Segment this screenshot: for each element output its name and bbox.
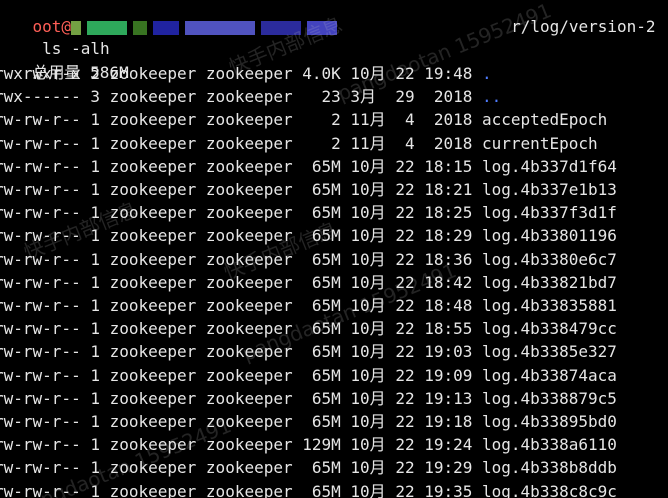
file-meta: rw-rw-r-- 1 zookeeper zookeeper 2 11月 4 … [0, 133, 483, 153]
file-name: log.4b338a6110 [482, 435, 617, 455]
file-name: log.4b3380e6c7 [482, 249, 617, 269]
redacted-block [185, 20, 256, 35]
file-meta: rw-rw-r-- 1 zookeeper zookeeper 65M 10月 … [0, 203, 483, 223]
file-name: log.4b337f3d1f [482, 203, 617, 223]
list-item: rw-rw-r-- 1 zookeeper zookeeper 65M 10月 … [0, 179, 617, 201]
file-name: log.4b3385e327 [482, 342, 617, 362]
file-name: currentEpoch [482, 133, 598, 153]
prompt-path: r/log/version-2 [511, 17, 656, 36]
file-meta: rw-rw-r-- 1 zookeeper zookeeper 65M 10月 … [0, 319, 483, 339]
list-item: rw-rw-r-- 1 zookeeper zookeeper 65M 10月 … [0, 225, 617, 247]
list-item: rw-rw-r-- 1 zookeeper zookeeper 2 11月 4 … [0, 133, 598, 155]
file-name: log.4b337d1f64 [482, 156, 617, 176]
file-meta: rw-rw-r-- 1 zookeeper zookeeper 65M 10月 … [0, 180, 483, 199]
list-item: rw-rw-r-- 1 zookeeper zookeeper 65M 10月 … [0, 272, 617, 294]
terminal-window[interactable]: oot@ r/log/version-2 ls -alh 总用量 586M rwx… [0, 0, 668, 498]
file-meta: rw-rw-r-- 1 zookeeper zookeeper 65M 10月 … [0, 481, 483, 498]
file-meta: rw-rw-r-- 1 zookeeper zookeeper 65M 10月 … [0, 412, 483, 431]
list-item: rw-rw-r-- 1 zookeeper zookeeper 65M 10月 … [0, 481, 617, 498]
list-item: rw-rw-r-- 1 zookeeper zookeeper 65M 10月 … [0, 411, 617, 433]
list-item: rw-rw-r-- 1 zookeeper zookeeper 65M 10月 … [0, 457, 617, 479]
list-item: rw-rw-r-- 1 zookeeper zookeeper 65M 10月 … [0, 202, 617, 224]
file-name: log.4b33801196 [482, 226, 617, 246]
total-line: 总用量 586M [0, 40, 129, 82]
list-item: rw-rw-r-- 1 zookeeper zookeeper 65M 10月 … [0, 318, 617, 340]
file-meta: rwxrwxr-x 2 zookeeper zookeeper 4.0K 10月… [0, 64, 483, 83]
file-meta: rw-rw-r-- 1 zookeeper zookeeper 129M 10月… [0, 435, 483, 455]
list-item: rwxrwxr-x 2 zookeeper zookeeper 4.0K 10月… [0, 63, 492, 85]
directory-name: .. [482, 87, 502, 107]
file-meta: rwx------ 3 zookeeper zookeeper 23 3月 29… [0, 87, 483, 107]
list-item: rw-rw-r-- 1 zookeeper zookeeper 65M 10月 … [0, 249, 617, 271]
redacted-block [307, 20, 338, 35]
list-item: rw-rw-r-- 1 zookeeper zookeeper 2 11月 4 … [0, 109, 607, 131]
redacted-block [133, 20, 148, 35]
file-name: log.4b338b8ddb [482, 458, 617, 478]
file-meta: rw-rw-r-- 1 zookeeper zookeeper 2 11月 4 … [0, 110, 483, 130]
file-meta: rw-rw-r-- 1 zookeeper zookeeper 65M 10月 … [0, 458, 483, 478]
list-item: rw-rw-r-- 1 zookeeper zookeeper 65M 10月 … [0, 341, 617, 363]
file-name: log.4b338879c5 [482, 388, 617, 408]
list-item: rw-rw-r-- 1 zookeeper zookeeper 65M 10月 … [0, 365, 617, 387]
redacted-block [153, 20, 180, 35]
file-name: acceptedEpoch [482, 110, 608, 130]
list-item: rwx------ 3 zookeeper zookeeper 23 3月 29… [0, 86, 501, 108]
file-name: log.4b33821bd7 [482, 272, 617, 292]
list-item: rw-rw-r-- 1 zookeeper zookeeper 65M 10月 … [0, 388, 617, 410]
file-name: log.4b33895bd0 [482, 412, 617, 431]
file-meta: rw-rw-r-- 1 zookeeper zookeeper 65M 10月 … [0, 272, 483, 292]
list-item: rw-rw-r-- 1 zookeeper zookeeper 65M 10月 … [0, 156, 617, 178]
list-item: rw-rw-r-- 1 zookeeper zookeeper 65M 10月 … [0, 295, 617, 317]
file-name: log.4b338479cc [482, 319, 617, 339]
file-meta: rw-rw-r-- 1 zookeeper zookeeper 65M 10月 … [0, 156, 483, 176]
file-meta: rw-rw-r-- 1 zookeeper zookeeper 65M 10月 … [0, 365, 483, 385]
file-meta: rw-rw-r-- 1 zookeeper zookeeper 65M 10月 … [0, 388, 483, 408]
file-meta: rw-rw-r-- 1 zookeeper zookeeper 65M 10月 … [0, 226, 483, 246]
file-name: log.4b33874aca [482, 365, 617, 385]
file-meta: rw-rw-r-- 1 zookeeper zookeeper 65M 10月 … [0, 296, 483, 315]
file-name: log.4b338c8c9c [482, 481, 617, 498]
prompt-line: oot@ r/log/version-2 [0, 0, 656, 36]
directory-name: . [482, 64, 492, 83]
file-name: log.4b337e1b13 [482, 180, 617, 199]
redacted-block [261, 20, 302, 35]
list-item: rw-rw-r-- 1 zookeeper zookeeper 129M 10月… [0, 434, 617, 456]
redacted-hostname [71, 16, 511, 38]
file-name: log.4b33835881 [482, 296, 617, 315]
command-line: ls -alh [0, 16, 109, 58]
file-meta: rw-rw-r-- 1 zookeeper zookeeper 65M 10月 … [0, 342, 483, 362]
file-meta: rw-rw-r-- 1 zookeeper zookeeper 65M 10月 … [0, 249, 483, 269]
